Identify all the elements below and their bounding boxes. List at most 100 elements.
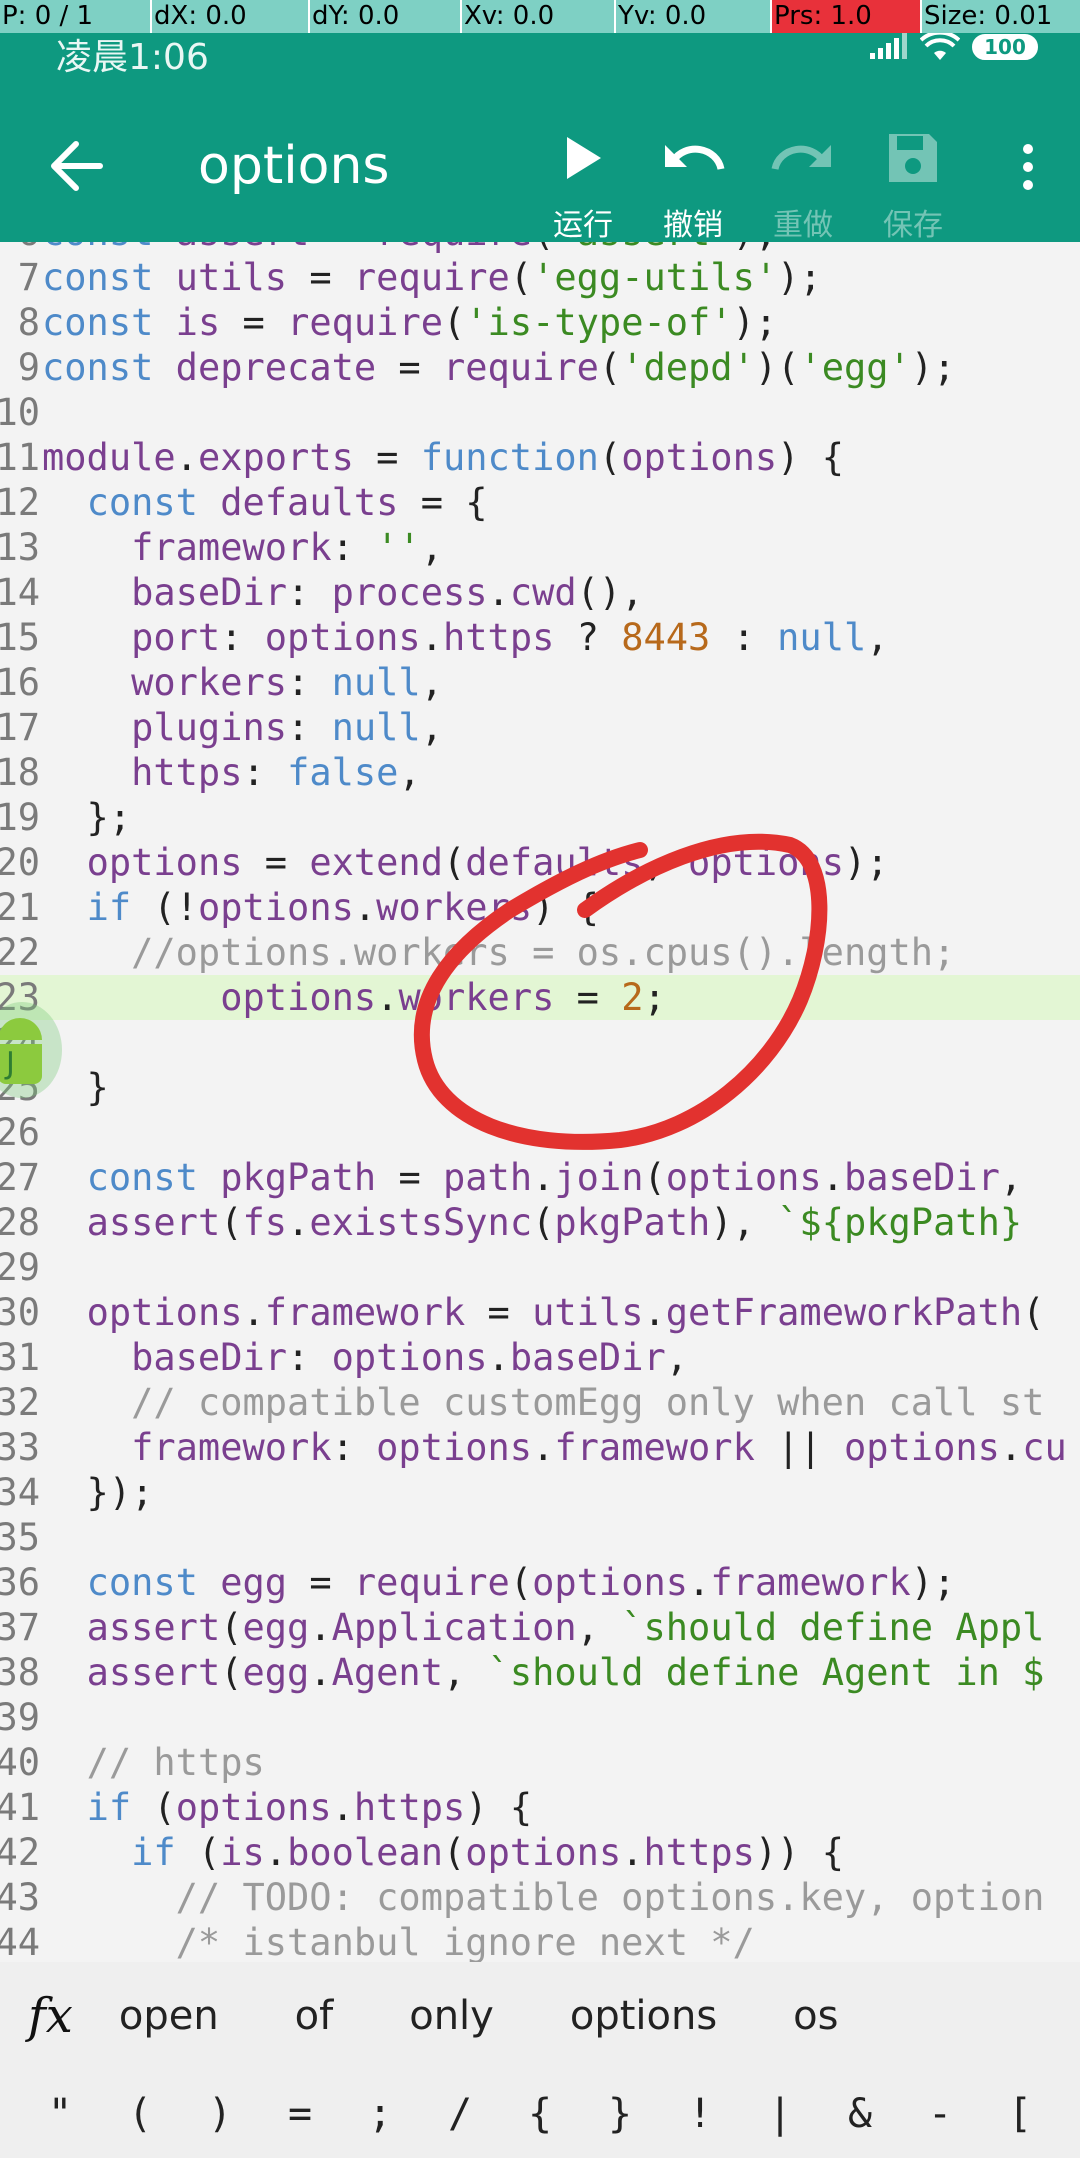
- code-line[interactable]: 41 if (options.https) {: [0, 1785, 1080, 1830]
- code-line[interactable]: 33 framework: options.framework || optio…: [0, 1425, 1080, 1470]
- code-line[interactable]: 25 }: [0, 1065, 1080, 1110]
- debug-dy: dY: 0.0: [310, 0, 462, 33]
- line-number: 6: [0, 242, 40, 255]
- code-text: assert(egg.Agent, `should define Agent i…: [86, 1651, 1045, 1694]
- code-text: if (options.https) {: [86, 1786, 533, 1829]
- code-line[interactable]: 21 if (!options.workers) {: [0, 885, 1080, 930]
- symbol-key[interactable]: ): [190, 2091, 250, 2137]
- code-line[interactable]: 11 module.exports = function(options) {: [0, 435, 1080, 480]
- more-vert-icon[interactable]: [1018, 142, 1038, 192]
- symbol-key[interactable]: }: [590, 2091, 650, 2137]
- page-title: options: [198, 136, 390, 196]
- debug-pointer-count: P: 0 / 1: [0, 0, 152, 33]
- line-number: 13: [0, 526, 40, 569]
- code-line[interactable]: 29: [0, 1245, 1080, 1290]
- code-line[interactable]: 38 assert(egg.Agent, `should define Agen…: [0, 1650, 1080, 1695]
- symbol-key[interactable]: =: [270, 2091, 330, 2137]
- function-icon[interactable]: fx: [28, 1988, 73, 2044]
- code-line[interactable]: 44 /* istanbul ignore next */: [0, 1920, 1080, 1962]
- suggestion-os[interactable]: os: [793, 1993, 838, 2039]
- code-line[interactable]: 22 //options.workers = os.cpus().length;: [0, 930, 1080, 975]
- symbol-key[interactable]: !: [670, 2091, 730, 2137]
- code-line[interactable]: 35: [0, 1515, 1080, 1560]
- symbol-key[interactable]: |: [750, 2091, 810, 2137]
- suggestion-only[interactable]: only: [409, 1993, 494, 2039]
- code-line[interactable]: 36 const egg = require(options.framework…: [0, 1560, 1080, 1605]
- code-text: options.framework = utils.getFrameworkPa…: [86, 1291, 1045, 1334]
- code-text: });: [42, 1471, 154, 1514]
- save-button[interactable]: 保存: [858, 124, 968, 244]
- code-line[interactable]: 31 baseDir: options.baseDir,: [0, 1335, 1080, 1380]
- code-text: // https: [86, 1741, 265, 1784]
- line-number: 11: [0, 436, 40, 479]
- line-number: 18: [0, 751, 40, 794]
- status-icons: 100: [868, 32, 1038, 62]
- code-line[interactable]: 18 https: false,: [0, 750, 1080, 795]
- wifi-icon: [920, 32, 960, 60]
- code-line[interactable]: 23 options.workers = 2;: [0, 975, 1080, 1020]
- code-line[interactable]: 24: [0, 1020, 1080, 1065]
- run-button[interactable]: 运行: [528, 124, 638, 244]
- code-text: options = extend(defaults, options);: [86, 841, 889, 884]
- save-label: 保存: [883, 208, 943, 243]
- line-number: 19: [0, 796, 40, 839]
- code-line[interactable]: 39: [0, 1695, 1080, 1740]
- symbol-key[interactable]: (: [110, 2091, 170, 2137]
- symbol-key[interactable]: &: [830, 2091, 890, 2137]
- symbol-key[interactable]: ": [30, 2091, 90, 2137]
- arrow-left-icon[interactable]: [48, 140, 104, 192]
- code-line[interactable]: 13 framework: '',: [0, 525, 1080, 570]
- line-number: 17: [0, 706, 40, 749]
- code-line[interactable]: 32 // compatible customEgg only when cal…: [0, 1380, 1080, 1425]
- code-line[interactable]: 30 options.framework = utils.getFramewor…: [0, 1290, 1080, 1335]
- code-line[interactable]: 7 const utils = require('egg-utils');: [0, 255, 1080, 300]
- code-line[interactable]: 28 assert(fs.existsSync(pkgPath), `${pkg…: [0, 1200, 1080, 1245]
- code-line[interactable]: 10: [0, 390, 1080, 435]
- code-line[interactable]: 26: [0, 1110, 1080, 1155]
- run-label: 运行: [553, 208, 613, 243]
- code-line[interactable]: 42 if (is.boolean(options.https)) {: [0, 1830, 1080, 1875]
- redo-button[interactable]: 重做: [748, 124, 858, 244]
- code-line[interactable]: 8 const is = require('is-type-of');: [0, 300, 1080, 345]
- android-icon: [0, 1018, 42, 1040]
- suggestion-options[interactable]: options: [570, 1993, 717, 2039]
- symbol-key[interactable]: [: [990, 2091, 1050, 2137]
- line-number: 8: [17, 301, 40, 344]
- code-line[interactable]: 40 // https: [0, 1740, 1080, 1785]
- line-number: 20: [0, 841, 40, 884]
- line-number: 38: [0, 1651, 40, 1694]
- code-text: const deprecate = require('depd')('egg')…: [42, 346, 956, 389]
- code-line[interactable]: 14 baseDir: process.cwd(),: [0, 570, 1080, 615]
- code-text: port: options.https ? 8443 : null,: [131, 616, 889, 659]
- code-line[interactable]: 34 });: [0, 1470, 1080, 1515]
- symbol-key[interactable]: ;: [350, 2091, 410, 2137]
- code-line[interactable]: 37 assert(egg.Application, `should defin…: [0, 1605, 1080, 1650]
- code-line[interactable]: 12 const defaults = {: [0, 480, 1080, 525]
- suggestion-open[interactable]: open: [119, 1993, 219, 2039]
- code-line[interactable]: 20 options = extend(defaults, options);: [0, 840, 1080, 885]
- symbol-key[interactable]: {: [510, 2091, 570, 2137]
- symbol-key[interactable]: /: [430, 2091, 490, 2137]
- line-number: 21: [0, 886, 40, 929]
- debug-xv: Xv: 0.0: [462, 0, 616, 33]
- symbol-key[interactable]: -: [910, 2091, 970, 2137]
- code-line[interactable]: 27 const pkgPath = path.join(options.bas…: [0, 1155, 1080, 1200]
- suggestion-of[interactable]: of: [295, 1993, 334, 2039]
- status-time: 凌晨1:06: [56, 37, 209, 78]
- code-text: const pkgPath = path.join(options.baseDi…: [86, 1156, 1023, 1199]
- line-number: 32: [0, 1381, 40, 1424]
- undo-button[interactable]: 撤销: [638, 124, 748, 244]
- redo-label: 重做: [773, 208, 833, 243]
- symbol-bar: " ( ) = ; / { } ! | & - [: [0, 2070, 1080, 2158]
- code-editor[interactable]: 6const assert = require('assert');7const…: [0, 242, 1080, 1962]
- code-line[interactable]: 19 };: [0, 795, 1080, 840]
- line-number: 22: [0, 931, 40, 974]
- line-number: 35: [0, 1516, 40, 1559]
- debug-yv: Yv: 0.0: [616, 0, 772, 33]
- code-line[interactable]: 16 workers: null,: [0, 660, 1080, 705]
- line-number: 28: [0, 1201, 40, 1244]
- code-line[interactable]: 17 plugins: null,: [0, 705, 1080, 750]
- code-line[interactable]: 43 // TODO: compatible options.key, opti…: [0, 1875, 1080, 1920]
- code-line[interactable]: 15 port: options.https ? 8443 : null,: [0, 615, 1080, 660]
- code-line[interactable]: 9 const deprecate = require('depd')('egg'…: [0, 345, 1080, 390]
